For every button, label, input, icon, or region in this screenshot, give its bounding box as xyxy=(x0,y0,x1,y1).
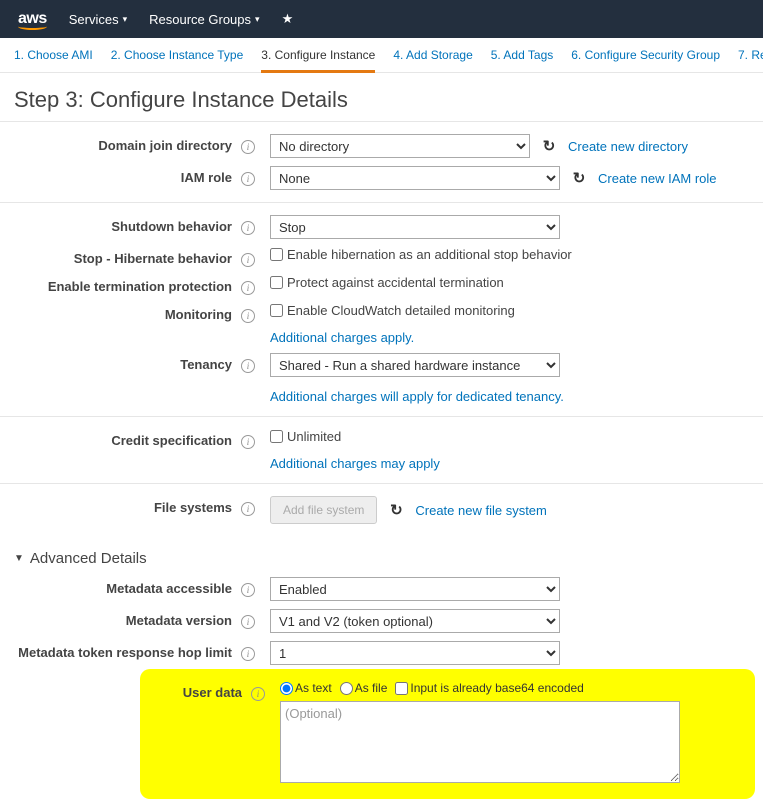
credit-unlimited-label: Unlimited xyxy=(287,429,341,444)
metadata-version-label: Metadata version xyxy=(0,609,238,628)
info-icon[interactable]: i xyxy=(238,496,258,516)
iam-role-label: IAM role xyxy=(0,166,238,185)
create-iam-role-link[interactable]: Create new IAM role xyxy=(598,171,717,186)
info-icon[interactable]: i xyxy=(238,275,258,295)
termination-protection-checkbox-label: Protect against accidental termination xyxy=(287,275,504,290)
termination-protection-checkbox[interactable] xyxy=(270,276,283,289)
info-icon[interactable]: i xyxy=(238,166,258,186)
info-icon[interactable]: i xyxy=(238,247,258,267)
advanced-details-toggle[interactable]: ▼ Advanced Details xyxy=(0,536,763,573)
monitoring-checkbox[interactable] xyxy=(270,304,283,317)
refresh-icon[interactable]: ↻ xyxy=(387,501,405,519)
info-icon[interactable]: i xyxy=(238,134,258,154)
triangle-down-icon: ▼ xyxy=(14,553,24,564)
resource-groups-label: Resource Groups xyxy=(149,12,251,27)
step-choose-instance-type[interactable]: 2. Choose Instance Type xyxy=(111,48,244,62)
chevron-down-icon: ▾ xyxy=(123,14,128,25)
monitoring-checkbox-label: Enable CloudWatch detailed monitoring xyxy=(287,303,515,318)
services-label: Services xyxy=(69,12,119,27)
info-icon[interactable]: i xyxy=(238,303,258,323)
step-choose-ami[interactable]: 1. Choose AMI xyxy=(14,48,93,62)
domain-directory-select[interactable]: No directory xyxy=(270,134,530,158)
base64-label: Input is already base64 encoded xyxy=(410,681,583,695)
pin-icon[interactable]: ★ xyxy=(282,11,294,27)
info-icon[interactable]: i xyxy=(238,641,258,661)
page-title: Step 3: Configure Instance Details xyxy=(0,73,763,121)
hibernate-checkbox[interactable] xyxy=(270,248,283,261)
metadata-accessible-select[interactable]: Enabled xyxy=(270,577,560,601)
step-security-group[interactable]: 6. Configure Security Group xyxy=(571,48,720,62)
top-nav-bar: aws Services ▾ Resource Groups ▾ ★ xyxy=(0,0,763,38)
shutdown-behavior-select[interactable]: Stop xyxy=(270,215,560,239)
services-menu[interactable]: Services ▾ xyxy=(69,12,127,27)
user-data-as-text-radio[interactable] xyxy=(280,682,293,695)
domain-directory-label: Domain join directory xyxy=(0,134,238,153)
as-file-label: As file xyxy=(355,681,388,695)
step-review[interactable]: 7. Review xyxy=(738,48,763,62)
user-data-label: User data xyxy=(150,681,248,700)
hibernate-checkbox-label: Enable hibernation as an additional stop… xyxy=(287,247,572,262)
resource-groups-menu[interactable]: Resource Groups ▾ xyxy=(149,12,259,27)
metadata-accessible-label: Metadata accessible xyxy=(0,577,238,596)
user-data-highlight: User data i As text As file Input is alr… xyxy=(140,669,755,799)
user-data-textarea[interactable] xyxy=(280,701,680,783)
step-add-tags[interactable]: 5. Add Tags xyxy=(491,48,554,62)
tenancy-label: Tenancy xyxy=(0,353,238,372)
as-text-label: As text xyxy=(295,681,332,695)
info-icon[interactable]: i xyxy=(238,429,258,449)
base64-encoded-checkbox[interactable] xyxy=(395,682,408,695)
refresh-icon[interactable]: ↻ xyxy=(570,169,588,187)
advanced-details-label: Advanced Details xyxy=(30,550,147,567)
info-icon[interactable]: i xyxy=(238,609,258,629)
credit-charges-link[interactable]: Additional charges may apply xyxy=(270,456,440,471)
user-data-as-file-radio[interactable] xyxy=(340,682,353,695)
create-directory-link[interactable]: Create new directory xyxy=(568,139,688,154)
monitoring-label: Monitoring xyxy=(0,303,238,322)
step-configure-instance[interactable]: 3. Configure Instance xyxy=(261,48,375,73)
credit-specification-label: Credit specification xyxy=(0,429,238,448)
metadata-version-select[interactable]: V1 and V2 (token optional) xyxy=(270,609,560,633)
refresh-icon[interactable]: ↻ xyxy=(540,137,558,155)
hibernate-label: Stop - Hibernate behavior xyxy=(0,247,238,266)
tenancy-select[interactable]: Shared - Run a shared hardware instance xyxy=(270,353,560,377)
info-icon[interactable]: i xyxy=(238,353,258,373)
metadata-hop-limit-label: Metadata token response hop limit xyxy=(0,641,238,660)
file-systems-label: File systems xyxy=(0,496,238,515)
aws-logo[interactable]: aws xyxy=(18,10,47,28)
monitoring-charges-link[interactable]: Additional charges apply. xyxy=(270,330,414,345)
metadata-hop-limit-select[interactable]: 1 xyxy=(270,641,560,665)
info-icon[interactable]: i xyxy=(248,681,268,701)
wizard-steps: 1. Choose AMI 2. Choose Instance Type 3.… xyxy=(0,38,763,73)
step-add-storage[interactable]: 4. Add Storage xyxy=(393,48,472,62)
info-icon[interactable]: i xyxy=(238,215,258,235)
info-icon[interactable]: i xyxy=(238,577,258,597)
credit-unlimited-checkbox[interactable] xyxy=(270,430,283,443)
termination-protection-label: Enable termination protection xyxy=(0,275,238,294)
shutdown-behavior-label: Shutdown behavior xyxy=(0,215,238,234)
tenancy-charges-link[interactable]: Additional charges will apply for dedica… xyxy=(270,389,564,404)
create-file-system-link[interactable]: Create new file system xyxy=(415,503,547,518)
add-file-system-button[interactable]: Add file system xyxy=(270,496,377,524)
chevron-down-icon: ▾ xyxy=(255,14,260,25)
iam-role-select[interactable]: None xyxy=(270,166,560,190)
